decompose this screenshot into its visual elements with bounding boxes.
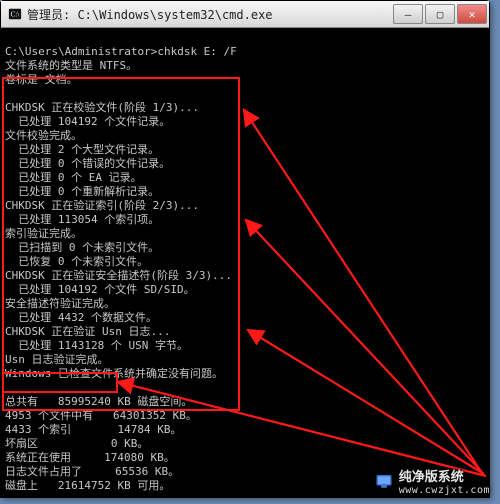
output-line: 已处理 1143128 个 USN 字节。: [5, 339, 188, 352]
output-line: 已处理 4432 个数据文件。: [5, 311, 157, 324]
titlebar: C:\ 管理员: C:\Windows\system32\cmd.exe — ▢…: [1, 1, 489, 28]
output-line: 已扫描到 0 个未索引文件。: [5, 241, 159, 254]
output-line: CHKDSK 正在验证安全描述符(阶段 3/3)...: [5, 269, 232, 282]
output-line: 日志文件占用了 65536 KB。: [5, 465, 179, 478]
close-button[interactable]: ✕: [457, 4, 487, 24]
maximize-button[interactable]: ▢: [425, 4, 455, 24]
cmd-window: C:\ 管理员: C:\Windows\system32\cmd.exe — ▢…: [0, 0, 490, 498]
output-line: 已处理 104192 个文件记录。: [5, 115, 170, 128]
output-line: 已处理 2 个大型文件记录。: [5, 143, 159, 156]
output-line: 系统正在使用 174080 KB。: [5, 451, 175, 464]
terminal-output[interactable]: C:\Users\Administrator>chkdsk E: /F 文件系统…: [1, 28, 489, 497]
output-line: 磁盘上 21614752 KB 可用。: [5, 479, 170, 492]
window-buttons: — ▢ ✕: [391, 4, 487, 24]
output-line: 索引验证完成。: [5, 227, 82, 240]
output-line: 已处理 0 个 EA 记录。: [5, 171, 142, 184]
output-line: 已处理 0 个错误的文件记录。: [5, 157, 170, 170]
command-text: chkdsk E: /F: [157, 45, 236, 58]
output-line: 已恢复 0 个未索引文件。: [5, 255, 148, 268]
output-line: 坏扇区 0 KB。: [5, 437, 148, 450]
output-line: 卷标是 文档。: [5, 73, 78, 86]
output-line: 文件系统的类型是 NTFS。: [5, 59, 137, 72]
output-line: 总共有 85995240 KB 磁盘空间。: [5, 395, 192, 408]
output-line: 已处理 113054 个索引项。: [5, 213, 159, 226]
output-line: CHKDSK 正在校验文件(阶段 1/3)...: [5, 101, 199, 114]
output-line: Usn 日志验证完成。: [5, 353, 109, 366]
window-title: 管理员: C:\Windows\system32\cmd.exe: [27, 6, 391, 23]
output-line: Windows 已检查文件系统并确定没有问题。: [5, 367, 223, 380]
svg-text:C:\: C:\: [11, 11, 20, 19]
output-line: CHKDSK 正在验证 Usn 日志...: [5, 325, 170, 338]
minimize-button[interactable]: —: [393, 4, 423, 24]
output-line: 4953 个文件中有 64301352 KB。: [5, 409, 197, 422]
prompt: C:\Users\Administrator>: [5, 45, 157, 58]
output-line: CHKDSK 正在验证索引(阶段 2/3)...: [5, 199, 199, 212]
cmd-icon: C:\: [7, 6, 23, 22]
output-line: 已处理 0 个重新解析记录。: [5, 185, 159, 198]
output-line: 安全描述符验证完成。: [5, 297, 115, 310]
output-line: 4433 个索引 14784 KB。: [5, 423, 181, 436]
output-line: 已处理 104192 个文件 SD/SID。: [5, 283, 195, 296]
output-line: 文件校验完成。: [5, 129, 82, 142]
